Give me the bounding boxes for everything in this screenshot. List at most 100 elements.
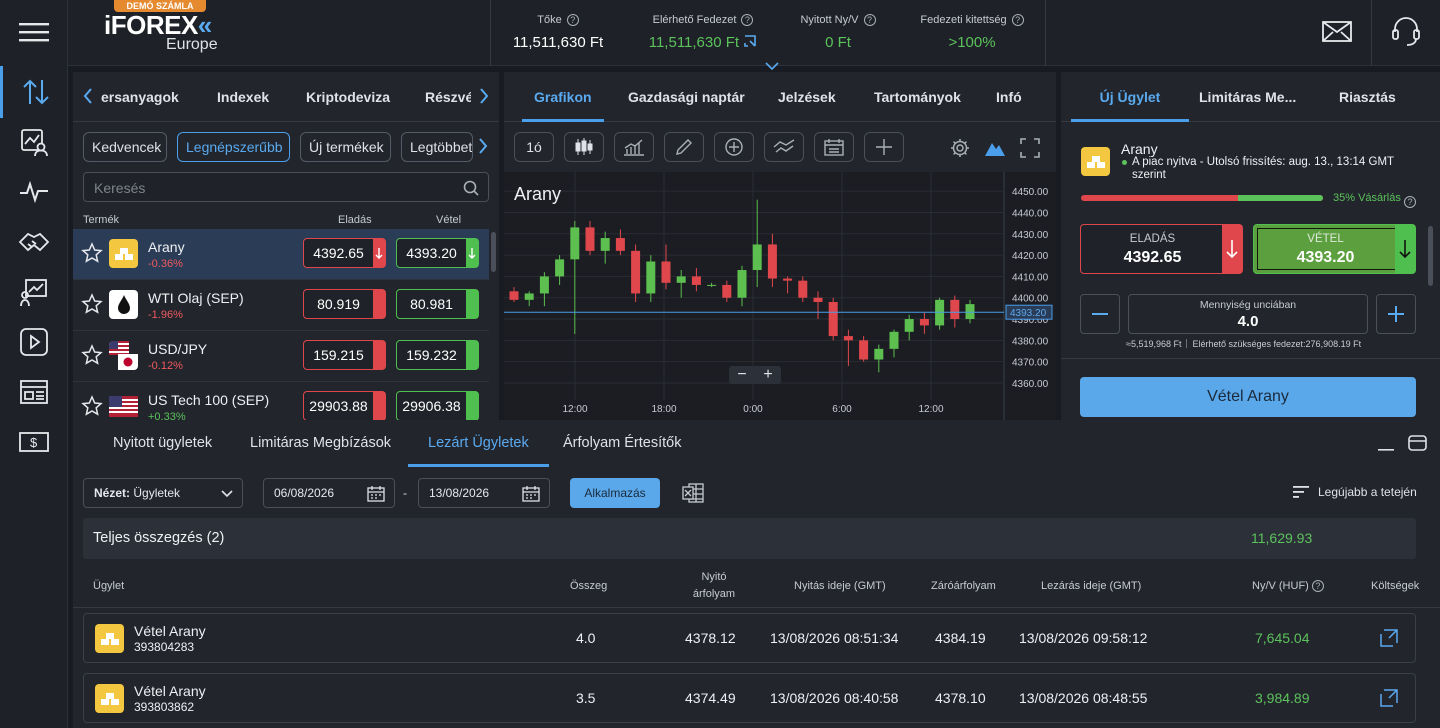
- candle[interactable]: [539, 276, 549, 294]
- candle[interactable]: [783, 278, 793, 281]
- deposit-icon[interactable]: $: [0, 416, 68, 468]
- candle[interactable]: [661, 261, 671, 283]
- help-icon[interactable]: ?: [1311, 580, 1324, 592]
- tab-crypto[interactable]: Kriptodeviza: [306, 72, 390, 122]
- candle[interactable]: [859, 340, 869, 360]
- qty-increase-button[interactable]: [1376, 294, 1416, 334]
- date-to-input[interactable]: 13/08/2026: [418, 478, 550, 508]
- buy-price-button[interactable]: 159.232: [396, 340, 479, 370]
- settings-gear-icon[interactable]: [950, 138, 970, 158]
- cost-details-icon[interactable]: [1380, 629, 1398, 647]
- scrollbar[interactable]: [491, 232, 496, 272]
- tab-commodities[interactable]: ersanyagok: [101, 72, 179, 122]
- tab-signals[interactable]: Jelzések: [778, 72, 836, 122]
- candle[interactable]: [737, 270, 747, 298]
- chevron-right-icon[interactable]: [479, 88, 489, 104]
- buy-price-button[interactable]: 4393.20: [396, 238, 479, 268]
- maximize-icon[interactable]: [1408, 434, 1428, 452]
- help-icon[interactable]: ?: [1404, 192, 1416, 208]
- indicators-icon[interactable]: [614, 132, 654, 162]
- menu-icon[interactable]: [0, 6, 68, 58]
- sell-price-button[interactable]: 29903.88: [303, 391, 386, 420]
- pulse-icon[interactable]: [0, 166, 68, 218]
- candle[interactable]: [828, 301, 838, 337]
- candle[interactable]: [509, 291, 519, 300]
- help-icon[interactable]: ?: [863, 14, 876, 26]
- candle[interactable]: [524, 293, 534, 300]
- buy-price-button[interactable]: 80.981: [396, 289, 479, 319]
- minimize-icon[interactable]: [1378, 438, 1396, 452]
- fullscreen-icon[interactable]: [1020, 138, 1040, 158]
- candle[interactable]: [798, 280, 808, 298]
- draw-pencil-icon[interactable]: [664, 132, 704, 162]
- quantity-input[interactable]: Mennyiség unciában 4.0: [1128, 294, 1368, 334]
- candle[interactable]: [570, 227, 580, 260]
- star-icon[interactable]: [81, 395, 103, 417]
- buy-price-button[interactable]: 29906.38: [396, 391, 479, 420]
- chevron-right-icon[interactable]: [478, 138, 488, 154]
- chip-new-products[interactable]: Új termékek: [300, 132, 391, 162]
- zoom-in-icon[interactable]: +: [763, 367, 772, 383]
- sell-price-button[interactable]: 159.215: [303, 340, 386, 370]
- market-row-usdjpy[interactable]: USD/JPY -0.12% 159.215 159.232: [73, 331, 489, 382]
- market-row-wti[interactable]: WTI Olaj (SEP) -1.96% 80.919 80.981: [73, 280, 489, 331]
- tab-info[interactable]: Infó: [996, 72, 1022, 122]
- interval-button[interactable]: 1ó: [514, 132, 554, 162]
- scrollbar[interactable]: [1428, 226, 1433, 286]
- candle[interactable]: [691, 276, 701, 285]
- tab-economic-calendar[interactable]: Gazdasági naptár: [628, 72, 745, 122]
- candle[interactable]: [813, 297, 823, 302]
- excel-export-icon[interactable]: [682, 483, 704, 503]
- tab-limit-orders[interactable]: Limitáras Megbízások: [250, 420, 391, 467]
- candle[interactable]: [889, 331, 899, 349]
- tab-ranges[interactable]: Tartományok: [874, 72, 961, 122]
- candle[interactable]: [631, 250, 641, 294]
- compare-icon[interactable]: [764, 132, 804, 162]
- qty-decrease-button[interactable]: [1080, 294, 1120, 334]
- chip-most-traded[interactable]: Legtöbbet: [401, 132, 473, 162]
- handshake-icon[interactable]: [0, 216, 68, 268]
- tab-new-trade[interactable]: Új Ügylet: [1071, 72, 1189, 122]
- tab-stocks[interactable]: Részvé: [425, 72, 471, 122]
- sell-price-button[interactable]: 80.919: [303, 289, 386, 319]
- add-circle-icon[interactable]: [714, 132, 754, 162]
- deposit-link-icon[interactable]: [743, 34, 757, 48]
- market-row-ustech[interactable]: US Tech 100 (SEP) +0.33% 29903.88 29906.…: [73, 382, 489, 420]
- calendar-icon[interactable]: [522, 485, 540, 502]
- tab-alerts[interactable]: Riasztás: [1339, 72, 1396, 122]
- candle[interactable]: [600, 238, 610, 251]
- apply-button[interactable]: Alkalmazás: [570, 478, 660, 508]
- sort-label[interactable]: Legújabb a tetején: [1318, 485, 1417, 499]
- calendar-icon[interactable]: [814, 132, 854, 162]
- video-play-icon[interactable]: [0, 316, 68, 368]
- portfolio-user-icon[interactable]: [0, 116, 68, 168]
- star-icon[interactable]: [81, 242, 103, 264]
- table-row[interactable]: Vétel Arany 393804283 4.0 4378.12 13/08/…: [83, 613, 1416, 663]
- support-headset-icon[interactable]: [1390, 16, 1422, 48]
- cost-details-icon[interactable]: [1380, 689, 1398, 707]
- mountain-chart-icon[interactable]: [984, 137, 1006, 157]
- sell-button[interactable]: ELADÁS 4392.65: [1080, 224, 1243, 274]
- news-icon[interactable]: [0, 366, 68, 418]
- candle[interactable]: [615, 238, 625, 251]
- candle[interactable]: [646, 261, 656, 294]
- search-icon[interactable]: [463, 180, 479, 196]
- candle[interactable]: [767, 244, 777, 279]
- tab-chart[interactable]: Grafikon: [522, 72, 604, 122]
- tab-rate-alerts[interactable]: Árfolyam Értesítők: [563, 420, 681, 467]
- candle[interactable]: [965, 304, 975, 320]
- trade-arrows-icon[interactable]: [0, 66, 68, 118]
- help-icon[interactable]: ?: [1011, 14, 1024, 26]
- star-icon[interactable]: [81, 293, 103, 315]
- mail-icon[interactable]: [1322, 20, 1352, 44]
- analysis-icon[interactable]: [0, 266, 68, 318]
- buy-button[interactable]: VÉTEL 4393.20: [1253, 224, 1416, 274]
- help-icon[interactable]: ?: [566, 14, 579, 26]
- help-icon[interactable]: ?: [741, 14, 754, 26]
- chevron-down-icon[interactable]: [765, 62, 779, 70]
- chip-most-popular[interactable]: Legnépszerűbb: [177, 132, 290, 162]
- candle[interactable]: [843, 336, 853, 341]
- star-icon[interactable]: [81, 344, 103, 366]
- candlestick-icon[interactable]: [564, 132, 604, 162]
- crosshair-icon[interactable]: [864, 132, 904, 162]
